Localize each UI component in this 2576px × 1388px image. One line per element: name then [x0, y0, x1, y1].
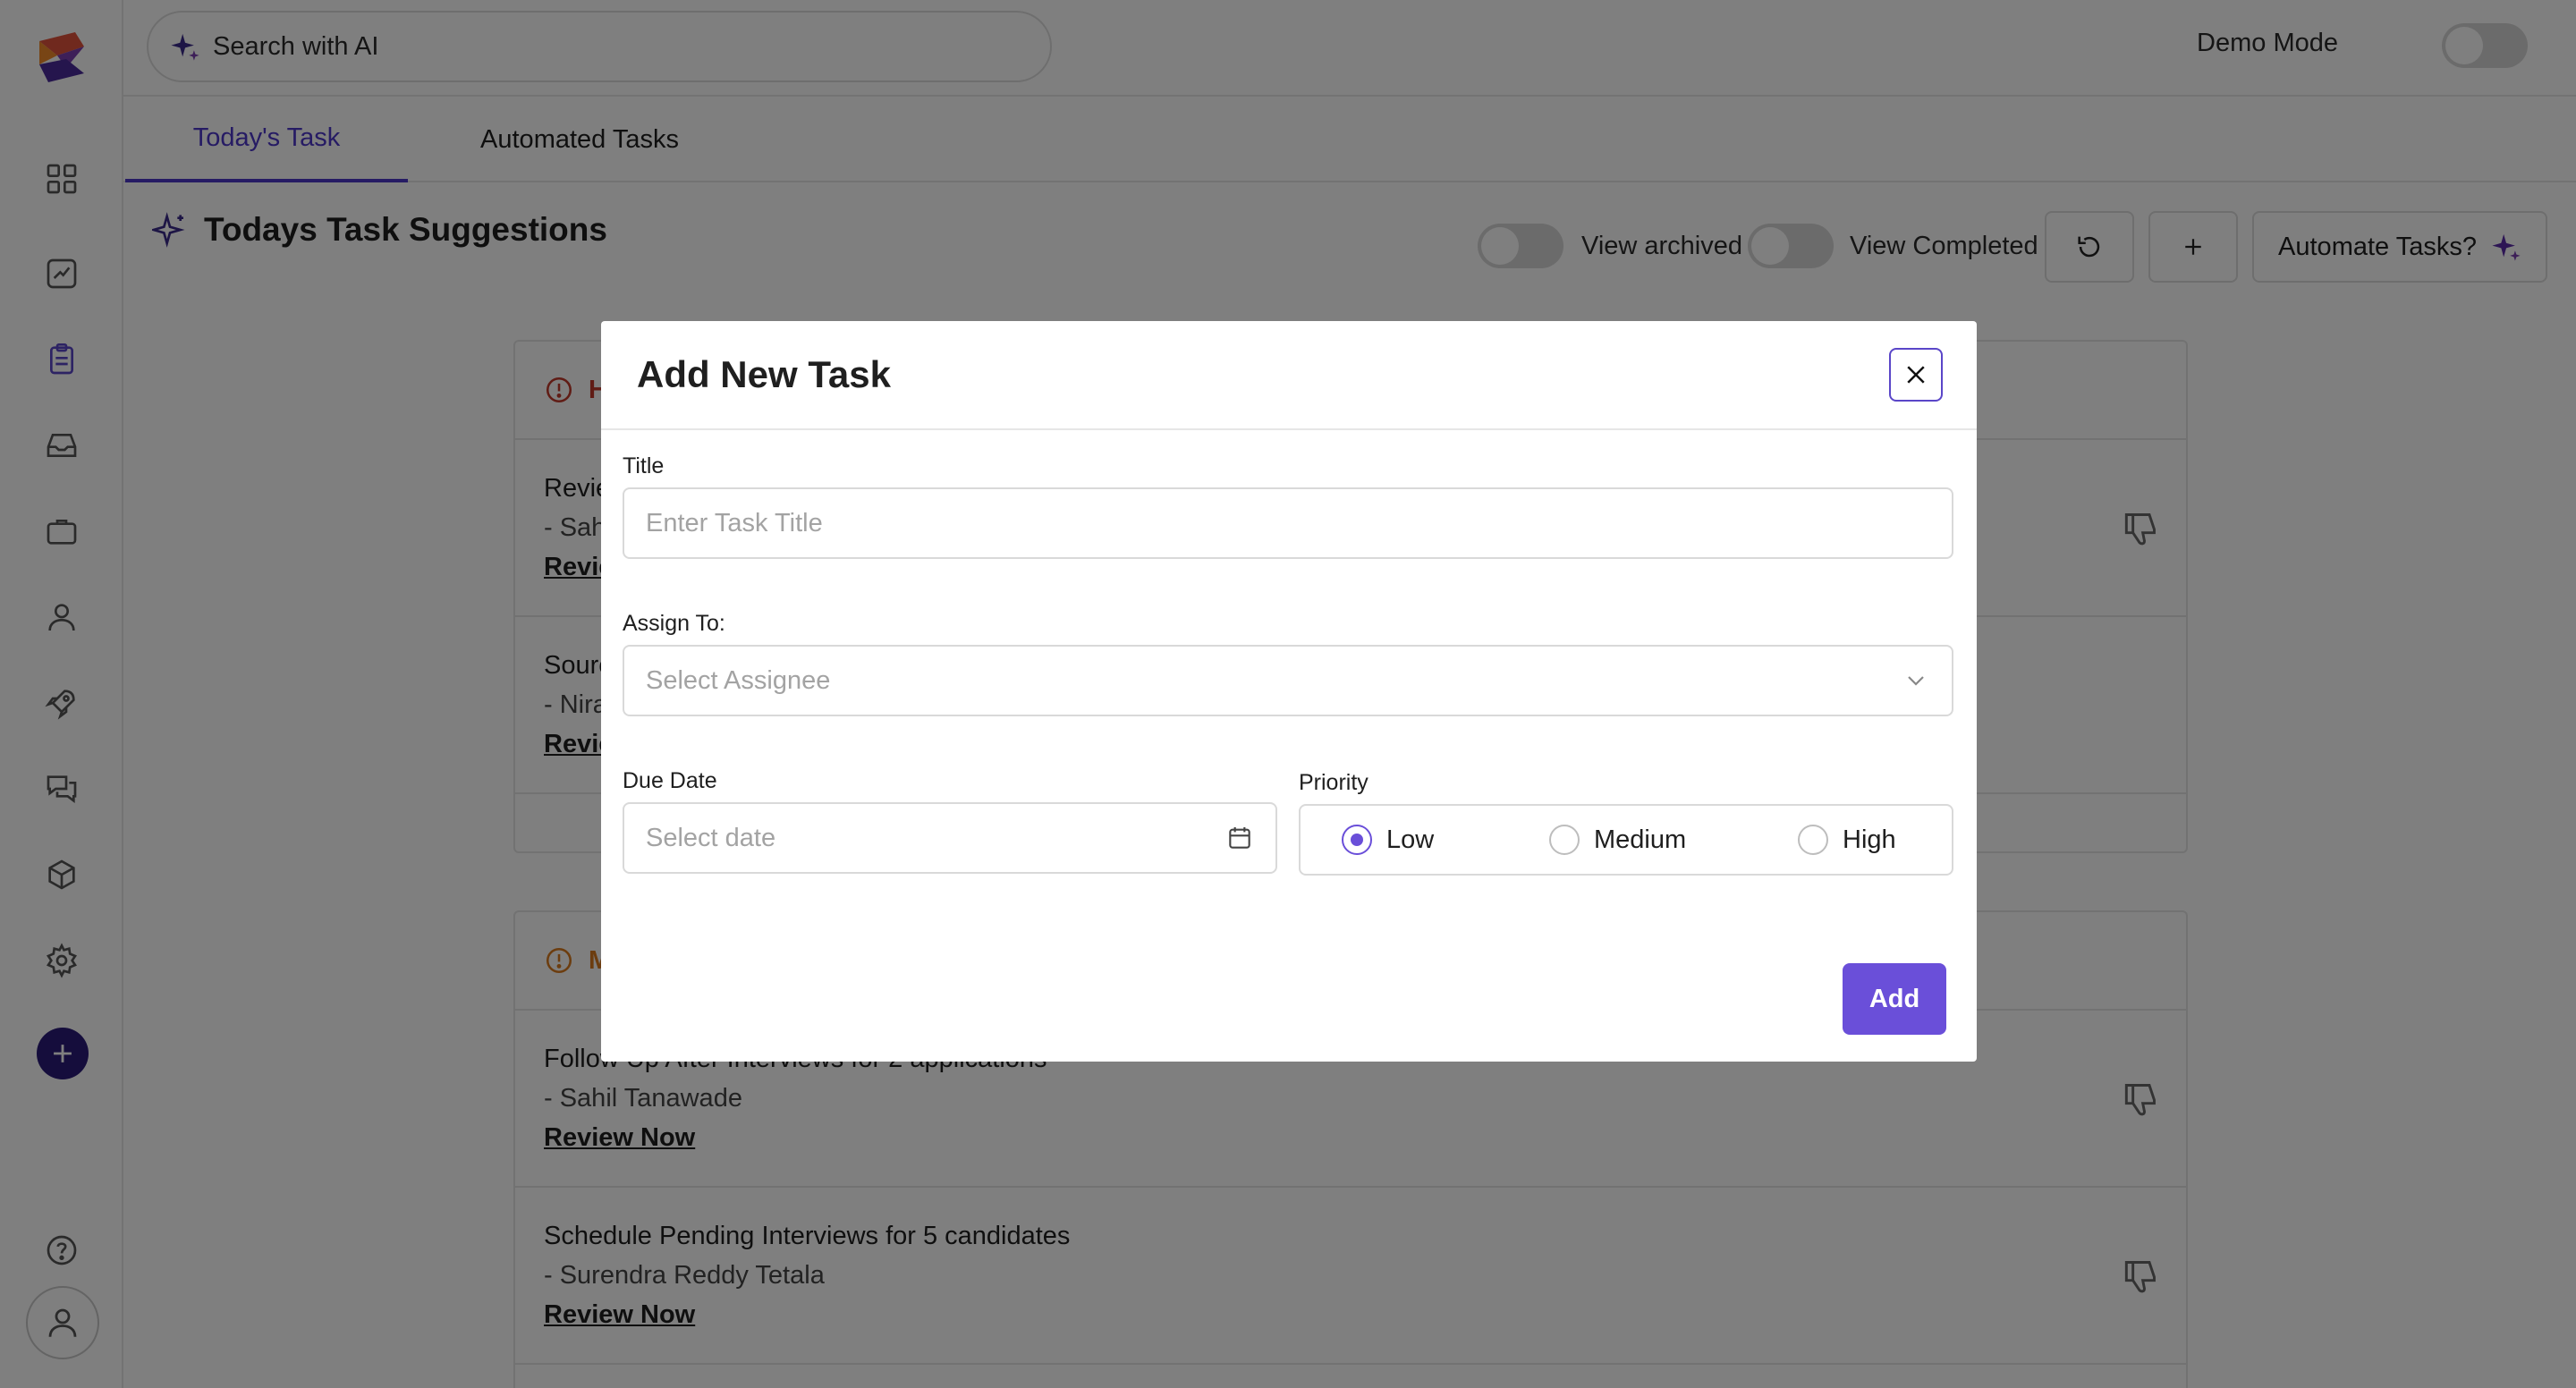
due-date-label: Due Date [623, 768, 717, 793]
due-date-picker[interactable]: Select date [623, 802, 1277, 874]
due-date-placeholder: Select date [646, 823, 776, 852]
priority-low-label: Low [1386, 825, 1435, 854]
close-icon [1907, 366, 1925, 384]
priority-radio-group: Low Medium High [1299, 804, 1953, 876]
priority-option-medium[interactable]: Medium [1549, 806, 1686, 874]
assignee-select[interactable]: Select Assignee [623, 645, 1953, 716]
radio-high[interactable] [1798, 825, 1828, 855]
radio-low[interactable] [1342, 825, 1372, 855]
assignee-placeholder: Select Assignee [646, 665, 831, 695]
add-button[interactable]: Add [1843, 963, 1946, 1035]
task-title-placeholder: Enter Task Title [646, 508, 823, 537]
assign-to-label: Assign To: [623, 611, 725, 636]
priority-medium-label: Medium [1594, 825, 1687, 854]
modal-header: Add New Task [601, 321, 1977, 430]
calendar-icon[interactable] [1225, 824, 1254, 852]
radio-medium[interactable] [1549, 825, 1580, 855]
chevron-down-icon [1908, 676, 1924, 686]
priority-option-high[interactable]: High [1798, 806, 1896, 874]
priority-high-label: High [1843, 825, 1896, 854]
add-task-modal: Add New Task Title Enter Task Title Assi… [601, 321, 1977, 1062]
priority-option-low[interactable]: Low [1342, 806, 1434, 874]
task-title-input[interactable]: Enter Task Title [623, 487, 1953, 559]
title-label: Title [623, 453, 665, 478]
close-button[interactable] [1889, 348, 1943, 402]
priority-label: Priority [1299, 770, 1368, 795]
modal-title: Add New Task [637, 353, 891, 395]
